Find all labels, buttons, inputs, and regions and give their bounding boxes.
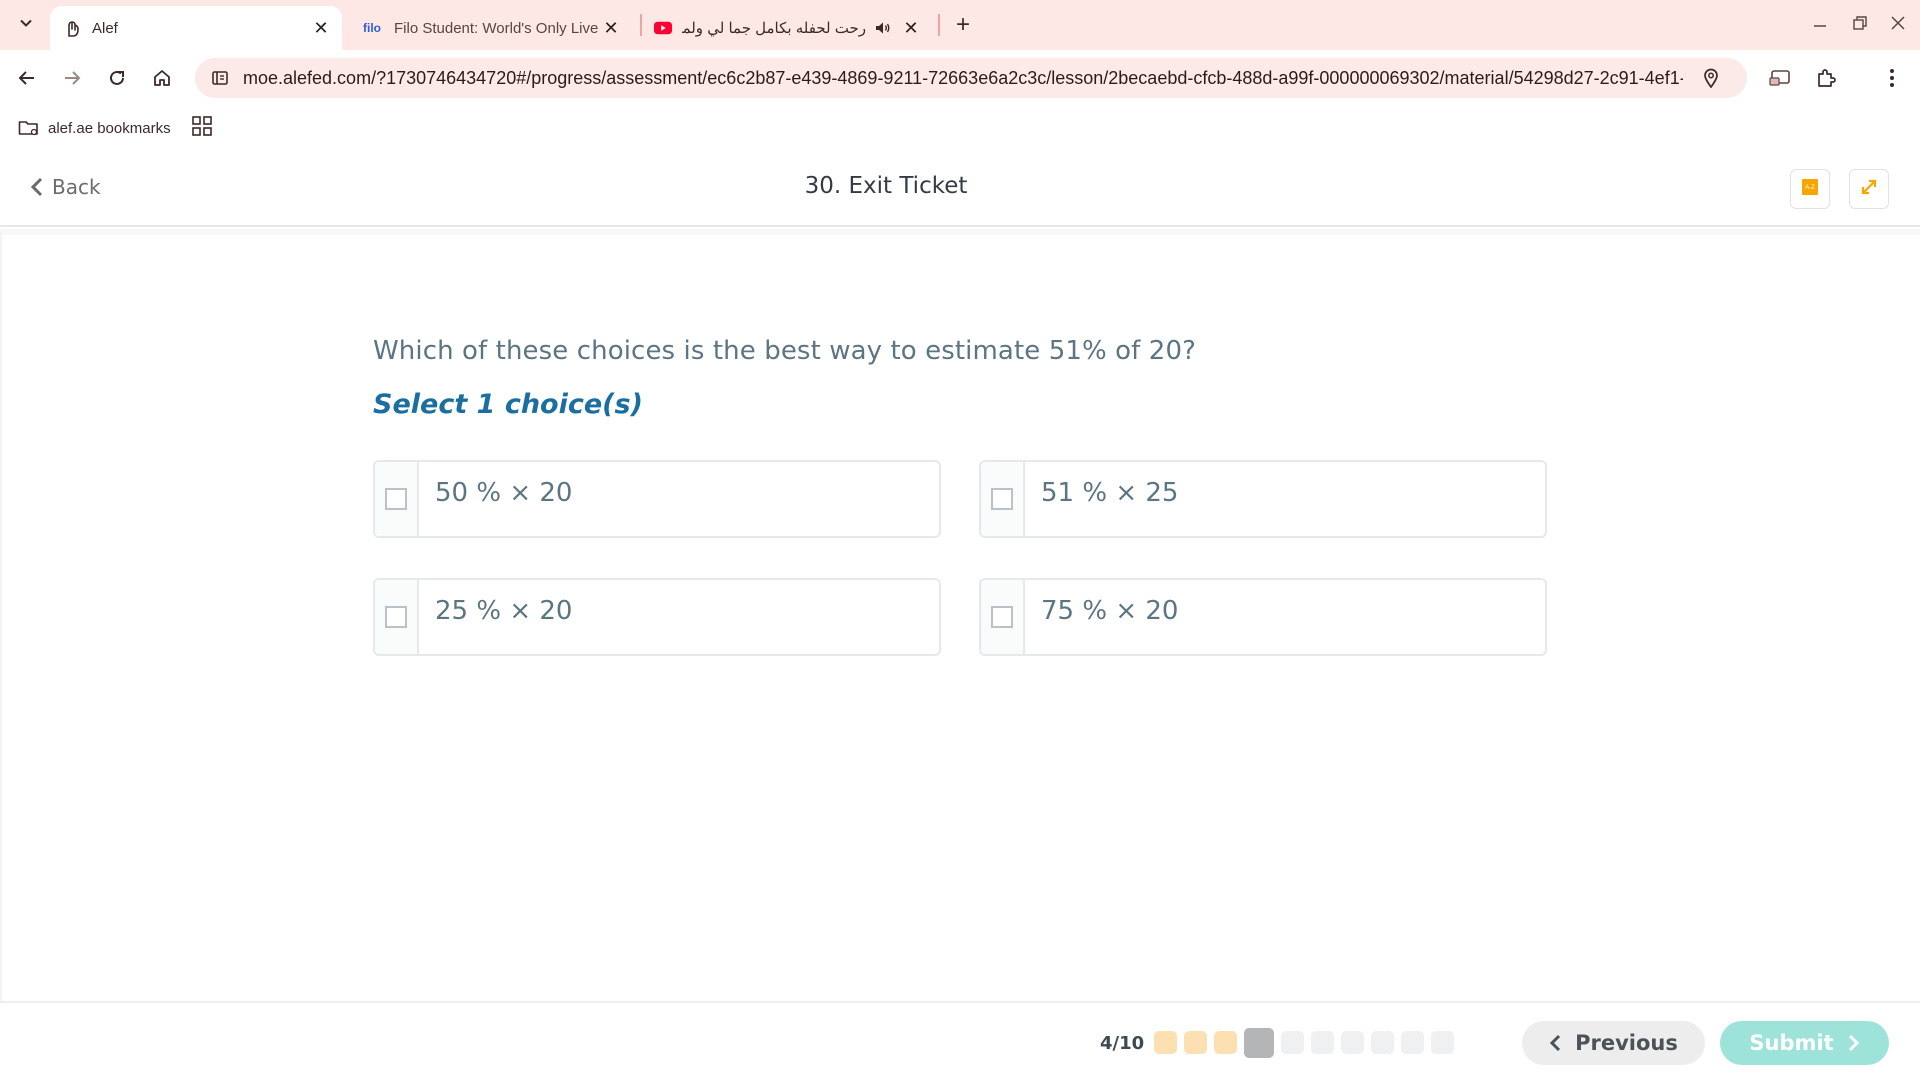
- submit-label: Submit: [1749, 1031, 1834, 1055]
- tab-search-button[interactable]: [11, 10, 41, 40]
- progress-dot: [1371, 1031, 1394, 1054]
- choice-checkbox[interactable]: [385, 606, 407, 628]
- progress-dot: [1281, 1031, 1304, 1054]
- apps-grid-icon[interactable]: [192, 116, 212, 136]
- progress-dot: [1214, 1031, 1237, 1054]
- select-instruction: Select 1 choice(s): [373, 389, 643, 420]
- cast-icon[interactable]: [1764, 62, 1796, 94]
- checkbox-column: [981, 580, 1025, 654]
- url-text[interactable]: moe.alefed.com/?1730746434720#/progress/…: [243, 68, 1683, 89]
- progress-dots: [1154, 1028, 1461, 1058]
- folder-icon: [18, 119, 40, 137]
- choice-label: 75 % × 20: [1041, 596, 1179, 626]
- progress-dot: [1311, 1031, 1334, 1054]
- bookmark-label: alef.ae bookmarks: [48, 119, 171, 137]
- extensions-icon[interactable]: [1810, 62, 1842, 94]
- submit-button[interactable]: Submit: [1720, 1021, 1889, 1065]
- home-icon[interactable]: [146, 62, 178, 94]
- page-title: 30. Exit Ticket: [804, 173, 968, 199]
- tab-bar: Alef ✕ filo Filo Student: World's Only L…: [0, 0, 1920, 50]
- address-bar[interactable]: moe.alefed.com/?1730746434720#/progress/…: [195, 58, 1747, 98]
- close-tab-icon[interactable]: ✕: [900, 17, 922, 39]
- restore-icon[interactable]: [1842, 8, 1878, 38]
- alef-hand-icon: [64, 19, 82, 37]
- forward-arrow-icon[interactable]: [56, 62, 88, 94]
- choice-checkbox[interactable]: [991, 488, 1013, 510]
- choice-option[interactable]: 25 % × 20: [373, 578, 941, 656]
- svg-text:A-Z: A-Z: [1805, 185, 1815, 191]
- assessment-footer: 4/10 Previous Submit: [0, 1001, 1920, 1080]
- tab-alef[interactable]: Alef ✕: [50, 6, 342, 50]
- location-pin-icon[interactable]: [1699, 66, 1723, 90]
- bookmark-folder-alef[interactable]: alef.ae bookmarks: [18, 116, 171, 140]
- bookmarks-bar: alef.ae bookmarks: [0, 106, 1920, 151]
- tab-divider: [640, 14, 642, 36]
- tab-title: Alef: [92, 19, 118, 37]
- choice-option[interactable]: 51 % × 25: [979, 460, 1547, 538]
- reload-icon[interactable]: [101, 62, 133, 94]
- speaker-icon[interactable]: [874, 19, 892, 37]
- chevron-right-icon: [1848, 1034, 1860, 1052]
- tab-youtube[interactable]: رحت لحفله بكامل جما لي ولماذ ✕: [652, 6, 932, 50]
- choice-label: 25 % × 20: [435, 596, 573, 626]
- tab-divider: [938, 14, 940, 36]
- checkbox-column: [375, 462, 419, 536]
- progress-dot: [1341, 1031, 1364, 1054]
- progress-dot: [1431, 1031, 1454, 1054]
- choice-checkbox[interactable]: [991, 606, 1013, 628]
- tab-title: رحت لحفله بكامل جما لي ولماذ: [682, 20, 866, 37]
- choice-label: 50 % × 20: [435, 478, 573, 508]
- choice-checkbox[interactable]: [385, 488, 407, 510]
- progress-dot: [1401, 1031, 1424, 1054]
- tab-title: Filo Student: World's Only Live I: [394, 19, 600, 37]
- close-tab-icon[interactable]: ✕: [310, 17, 332, 39]
- checkbox-column: [981, 462, 1025, 536]
- progress-dot: [1154, 1031, 1177, 1054]
- minimize-icon[interactable]: [1802, 8, 1838, 38]
- youtube-icon: [654, 19, 672, 37]
- filo-logo-icon: filo: [363, 21, 381, 35]
- dictionary-icon: A-Z: [1800, 177, 1820, 202]
- question-text: Which of these choices is the best way t…: [373, 336, 1196, 366]
- previous-label: Previous: [1575, 1031, 1678, 1055]
- browser-toolbar: moe.alefed.com/?1730746434720#/progress/…: [0, 50, 1920, 106]
- new-tab-button[interactable]: +: [948, 10, 978, 40]
- menu-kebab-icon[interactable]: [1876, 62, 1908, 94]
- checkbox-column: [375, 580, 419, 654]
- expand-icon: [1859, 177, 1879, 202]
- close-tab-icon[interactable]: ✕: [600, 17, 622, 39]
- previous-button[interactable]: Previous: [1522, 1021, 1705, 1065]
- site-info-icon[interactable]: [205, 63, 235, 93]
- progress-dot: [1184, 1031, 1207, 1054]
- choice-option[interactable]: 50 % × 20: [373, 460, 941, 538]
- browser-chrome: Alef ✕ filo Filo Student: World's Only L…: [0, 0, 1920, 151]
- choice-option[interactable]: 75 % × 20: [979, 578, 1547, 656]
- choice-label: 51 % × 25: [1041, 478, 1179, 508]
- chevron-left-icon: [1549, 1034, 1561, 1052]
- lesson-header: Back 30. Exit Ticket A-Z: [0, 151, 1920, 227]
- tab-filo[interactable]: filo Filo Student: World's Only Live I ✕: [352, 6, 632, 50]
- progress-dot: [1244, 1028, 1274, 1058]
- fullscreen-button[interactable]: [1849, 169, 1889, 209]
- close-window-icon[interactable]: [1880, 8, 1916, 38]
- back-arrow-icon[interactable]: [11, 62, 43, 94]
- glossary-button[interactable]: A-Z: [1790, 169, 1830, 209]
- chevron-down-icon: [19, 16, 33, 35]
- progress-counter: 4/10: [1100, 1033, 1145, 1054]
